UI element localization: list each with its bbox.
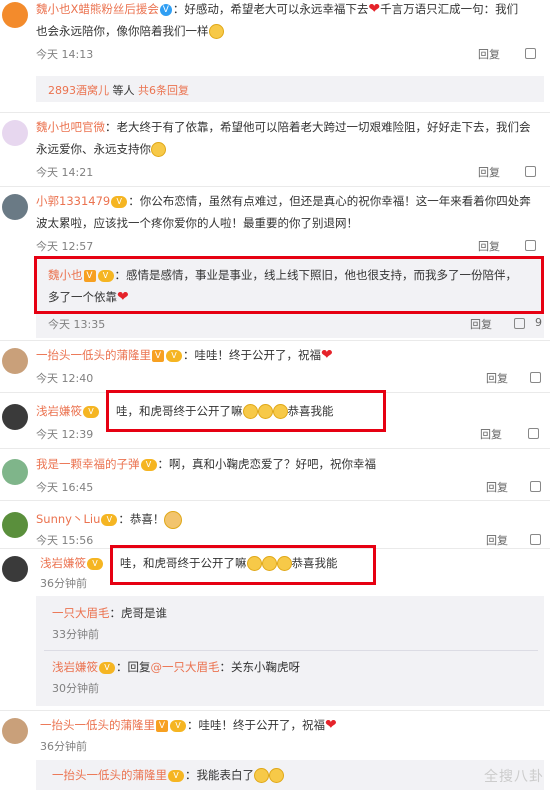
avatar[interactable] [2, 120, 28, 146]
verified-icon: V [152, 349, 164, 362]
highlight-box [34, 256, 544, 314]
vip-icon: V [111, 195, 128, 208]
highlight-box [110, 545, 376, 585]
vip-icon: V [168, 769, 184, 782]
verified-icon: V [156, 719, 168, 732]
comment-author[interactable]: Sunny丶Liu [36, 512, 100, 526]
timestamp: 今天 13:35 [48, 318, 106, 331]
emoji-icon [164, 510, 183, 529]
timestamp: 今天 14:21 [36, 166, 94, 179]
comment-author[interactable]: 一只大眉毛 [52, 606, 110, 620]
avatar[interactable] [2, 2, 28, 28]
heart-icon: ❤ [368, 1, 381, 17]
avatar[interactable] [2, 459, 28, 485]
timestamp: 今天 12:57 [36, 240, 94, 253]
vip-icon: V [101, 513, 118, 526]
avatar[interactable] [2, 718, 28, 744]
avatar[interactable] [2, 556, 28, 582]
highlight-box [106, 390, 386, 432]
vip-icon: V [140, 458, 157, 471]
timestamp: 今天 12:39 [36, 428, 94, 441]
timestamp: 今天 16:45 [36, 481, 94, 494]
emoji-icon [151, 142, 166, 157]
like-icon[interactable] [525, 166, 536, 177]
avatar[interactable] [2, 512, 28, 538]
avatar[interactable] [2, 348, 28, 374]
reply-button[interactable]: 回复 [478, 238, 500, 254]
comment-author[interactable]: 一抬头一低头的蒲隆里 [52, 768, 167, 782]
comment-author[interactable]: 一抬头一低头的蒲隆里 [40, 718, 155, 732]
like-icon[interactable] [525, 240, 536, 251]
like-icon[interactable] [514, 318, 525, 329]
emoji-icon [208, 24, 224, 39]
comment-author[interactable]: 我是一颗幸福的子弹 [36, 457, 140, 471]
more-replies-bar[interactable]: 2893酒窝儿 等人 共6条回复 [36, 76, 544, 102]
comment-author[interactable]: 浅岩嫌筱 [36, 404, 82, 418]
timestamp: 今天 15:56 [36, 534, 94, 547]
reply-button[interactable]: 回复 [486, 532, 508, 548]
reply-button[interactable]: 回复 [486, 370, 508, 386]
reply-button[interactable]: 回复 [480, 426, 502, 442]
heart-icon: ❤ [321, 347, 333, 363]
heart-icon: ❤ [325, 717, 337, 733]
emoji-icon [254, 768, 269, 783]
vip-icon: V [99, 661, 115, 674]
mention-link[interactable]: @一只大眉毛 [151, 660, 220, 674]
timestamp: 36分钟前 [40, 740, 87, 753]
like-icon[interactable] [528, 428, 539, 439]
vip-icon: V [83, 405, 99, 418]
like-count: 9 [535, 316, 542, 329]
like-icon[interactable] [530, 372, 541, 383]
like-icon[interactable] [525, 48, 536, 59]
reply-button[interactable]: 回复 [470, 316, 492, 332]
reply-button[interactable]: 回复 [478, 164, 500, 180]
comment-author[interactable]: 魏小也X蜡熊粉丝后援会 [36, 2, 159, 16]
timestamp: 30分钟前 [52, 682, 99, 695]
avatar[interactable] [2, 404, 28, 430]
vip-icon: V [166, 349, 182, 362]
watermark: 全搜八卦 [484, 769, 544, 785]
vip-icon: V [87, 557, 103, 570]
comment-author[interactable]: 一抬头一低头的蒲隆里 [36, 348, 151, 362]
comment-author[interactable]: 小郭1331479 [36, 194, 110, 208]
timestamp: 今天 12:40 [36, 372, 94, 385]
more-replies-link[interactable]: 2893酒窝儿 等人 共6条回复 [48, 82, 189, 98]
reply-button[interactable]: 回复 [486, 479, 508, 495]
comment-author[interactable]: 浅岩嫌筱 [40, 556, 86, 570]
timestamp: 今天 14:13 [36, 48, 94, 61]
comment-author[interactable]: 魏小也吧官微 [36, 120, 105, 134]
comment-author[interactable]: 浅岩嫌筱 [52, 660, 98, 674]
avatar[interactable] [2, 194, 28, 220]
like-icon[interactable] [530, 534, 541, 545]
timestamp: 36分钟前 [40, 577, 87, 590]
timestamp: 33分钟前 [52, 628, 99, 641]
reply-button[interactable]: 回复 [478, 46, 500, 62]
emoji-icon [269, 768, 284, 783]
like-icon[interactable] [530, 481, 541, 492]
vip-icon: V [170, 719, 186, 732]
verified-icon: V [159, 3, 172, 16]
